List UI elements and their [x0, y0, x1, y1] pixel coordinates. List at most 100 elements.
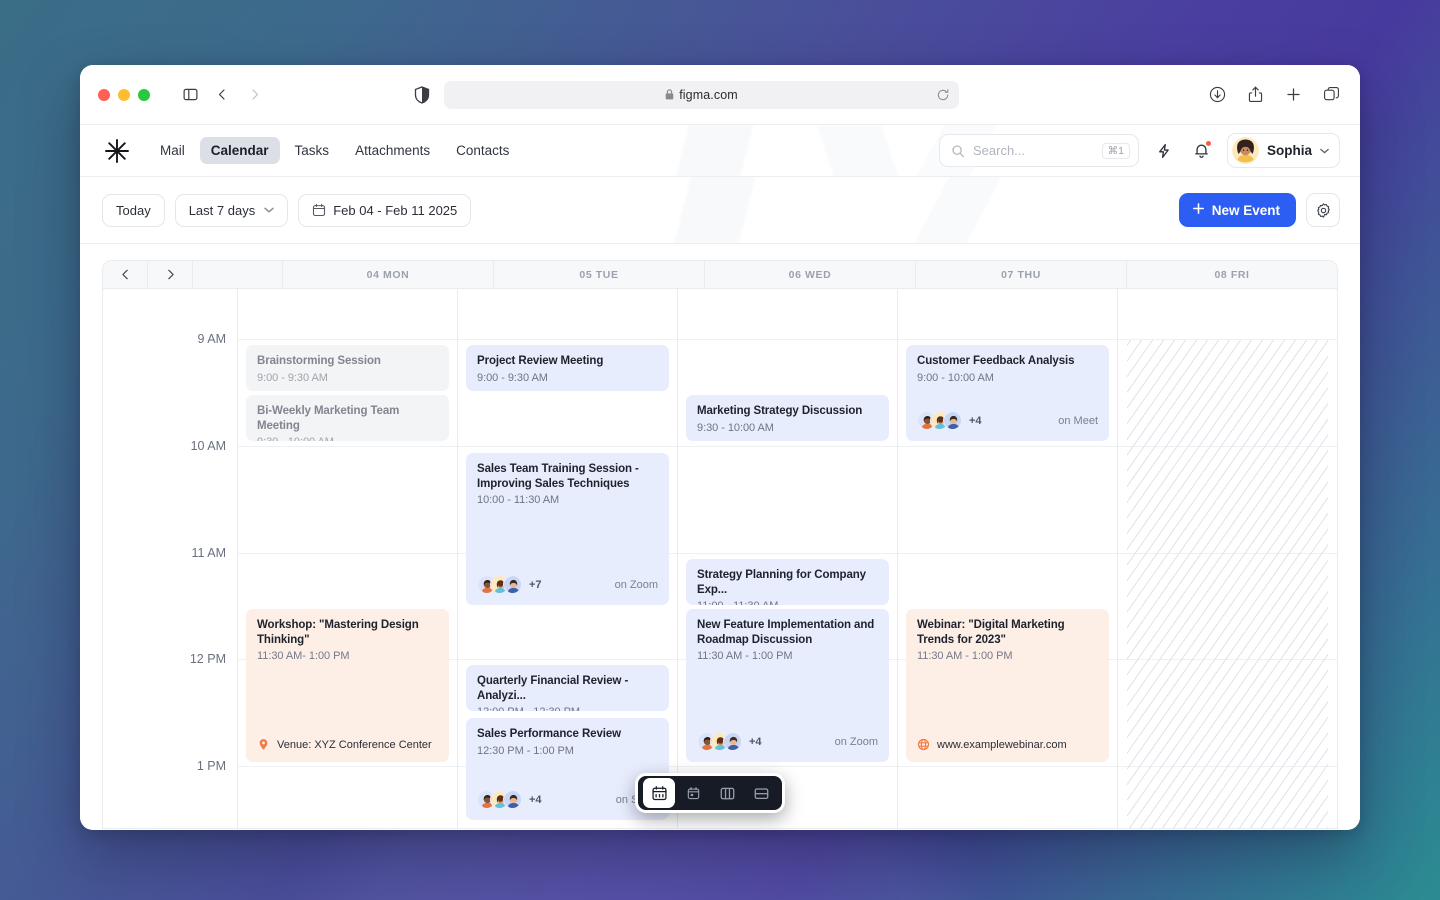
attendee-avatars[interactable]: +4 [697, 732, 762, 751]
new-tab-plus-icon[interactable] [1280, 82, 1306, 108]
shield-icon[interactable] [414, 85, 430, 104]
toolbar-left-group: Today Last 7 days Feb 04 - Feb 11 2025 [102, 193, 472, 227]
day-column-mon[interactable]: Brainstorming Session 9:00 - 9:30 AM Bi-… [238, 289, 458, 828]
chrome-right-icons [1204, 82, 1344, 108]
event-card[interactable]: Brainstorming Session 9:00 - 9:30 AM [246, 345, 449, 391]
event-card[interactable]: Bi-Weekly Marketing Team Meeting 9:30 - … [246, 395, 449, 441]
calendar-area: 04 MON 05 TUE 06 WED 07 THU 08 FRI 9 AM … [80, 244, 1360, 829]
day-column-fri[interactable] [1118, 289, 1337, 828]
prev-week-button[interactable] [103, 261, 148, 288]
hour-line [458, 446, 677, 447]
time-label-12pm: 12 PM [189, 652, 226, 666]
tab-overview-icon[interactable] [1318, 82, 1344, 108]
reload-icon[interactable] [936, 88, 950, 102]
toolbar-right-group: New Event [1178, 193, 1340, 227]
calendar-body: 9 AM 10 AM 11 AM 12 PM 1 PM Brainstormin… [103, 289, 1337, 828]
day-header-fri[interactable]: 08 FRI [1127, 261, 1337, 288]
hour-line [678, 766, 897, 767]
event-link-label: www.examplewebinar.com [937, 738, 1067, 751]
day-header-tue[interactable]: 05 TUE [494, 261, 705, 288]
tab-contacts[interactable]: Contacts [445, 137, 520, 164]
new-event-label: New Event [1211, 202, 1280, 218]
download-icon[interactable] [1204, 82, 1230, 108]
hour-line [898, 553, 1117, 554]
event-link[interactable]: www.examplewebinar.com [917, 738, 1067, 751]
event-card[interactable]: Strategy Planning for Company Exp... 11:… [686, 559, 889, 605]
user-menu[interactable]: Sophia [1226, 133, 1340, 168]
search-input[interactable] [972, 143, 1102, 158]
event-card[interactable]: Sales Team Training Session - Improving … [466, 453, 669, 605]
share-icon[interactable] [1242, 82, 1268, 108]
event-card[interactable]: Customer Feedback Analysis 9:00 - 10:00 … [906, 345, 1109, 441]
event-time: 11:30 AM - 1:00 PM [917, 650, 1013, 663]
tab-mail[interactable]: Mail [149, 137, 196, 164]
chevron-down-icon [264, 205, 274, 215]
attendee-count: +7 [529, 578, 542, 591]
event-card[interactable]: New Feature Implementation and Roadmap D… [686, 609, 889, 762]
day-column-tue[interactable]: Project Review Meeting 9:00 - 9:30 AM Sa… [458, 289, 678, 828]
calendar-month-icon[interactable] [643, 778, 675, 808]
calendar-day-icon[interactable] [677, 778, 709, 808]
event-platform: on Zoom [834, 735, 878, 748]
search-box[interactable]: ⌘1 [938, 134, 1139, 167]
hour-line [678, 553, 897, 554]
avatar [1231, 137, 1259, 164]
tab-calendar[interactable]: Calendar [199, 137, 280, 164]
event-title: New Feature Implementation and Roadmap D… [697, 619, 875, 646]
event-title: Sales Performance Review [477, 728, 621, 740]
hour-line [238, 766, 457, 767]
address-bar[interactable]: figma.com [444, 80, 959, 109]
day-column-wed[interactable]: Marketing Strategy Discussion 9:30 - 10:… [678, 289, 898, 828]
event-title: Webinar: "Digital Marketing Trends for 2… [917, 619, 1065, 646]
hour-line [678, 339, 897, 340]
event-card[interactable]: Project Review Meeting 9:00 - 9:30 AM [466, 345, 669, 391]
gutter-header [193, 261, 283, 288]
browser-chrome: figma.com [80, 65, 1360, 124]
lock-icon [665, 89, 674, 100]
tab-tasks[interactable]: Tasks [284, 137, 341, 164]
attendee-avatars[interactable]: +4 [917, 411, 982, 430]
maximize-window-button[interactable] [138, 88, 150, 101]
event-card[interactable]: Workshop: "Mastering Design Thinking" 11… [246, 609, 449, 762]
attendee-count: +4 [969, 414, 982, 427]
event-venue: Venue: XYZ Conference Center [257, 738, 432, 751]
day-column-thu[interactable]: Customer Feedback Analysis 9:00 - 10:00 … [898, 289, 1118, 828]
date-range-button[interactable]: Feb 04 - Feb 11 2025 [298, 193, 472, 227]
attendee-count: +4 [749, 735, 762, 748]
event-footer: Venue: XYZ Conference Center [257, 738, 438, 751]
day-header-thu[interactable]: 07 THU [916, 261, 1127, 288]
event-time: 11:30 AM - 1:00 PM [697, 650, 793, 663]
new-event-button[interactable]: New Event [1178, 193, 1296, 227]
event-card[interactable]: Marketing Strategy Discussion 9:30 - 10:… [686, 395, 889, 441]
event-time: 11:00 - 11:30 AM [697, 600, 878, 605]
event-time: 9:00 - 9:30 AM [477, 371, 548, 384]
day-header-wed[interactable]: 06 WED [705, 261, 916, 288]
search-icon [951, 144, 965, 158]
event-card[interactable]: Webinar: "Digital Marketing Trends for 2… [906, 609, 1109, 762]
asterisk-logo[interactable] [102, 136, 132, 166]
event-card[interactable]: Quarterly Financial Review - Analyzi... … [466, 665, 669, 711]
gear-icon[interactable] [1306, 193, 1340, 227]
today-button[interactable]: Today [102, 193, 165, 227]
next-week-button[interactable] [148, 261, 193, 288]
lightning-icon[interactable] [1151, 138, 1177, 164]
sidebar-toggle-icon[interactable] [176, 81, 204, 109]
date-range-label: Feb 04 - Feb 11 2025 [333, 202, 458, 218]
split-rows-icon[interactable] [745, 778, 777, 808]
range-select[interactable]: Last 7 days [174, 193, 289, 227]
avatar [503, 790, 522, 809]
minimize-window-button[interactable] [118, 88, 130, 101]
attendee-avatars[interactable]: +4 [477, 790, 542, 809]
hour-line [898, 766, 1117, 767]
today-label: Today [116, 202, 151, 218]
traffic-lights [98, 88, 150, 101]
close-window-button[interactable] [98, 88, 110, 101]
back-chevron-icon[interactable] [208, 81, 236, 109]
forward-chevron-icon[interactable] [240, 81, 268, 109]
bell-icon[interactable] [1189, 138, 1215, 164]
day-header-mon[interactable]: 04 MON [283, 261, 494, 288]
split-columns-icon[interactable] [711, 778, 743, 808]
hour-line [458, 659, 677, 660]
tab-attachments[interactable]: Attachments [344, 137, 441, 164]
attendee-avatars[interactable]: +7 [477, 575, 542, 594]
